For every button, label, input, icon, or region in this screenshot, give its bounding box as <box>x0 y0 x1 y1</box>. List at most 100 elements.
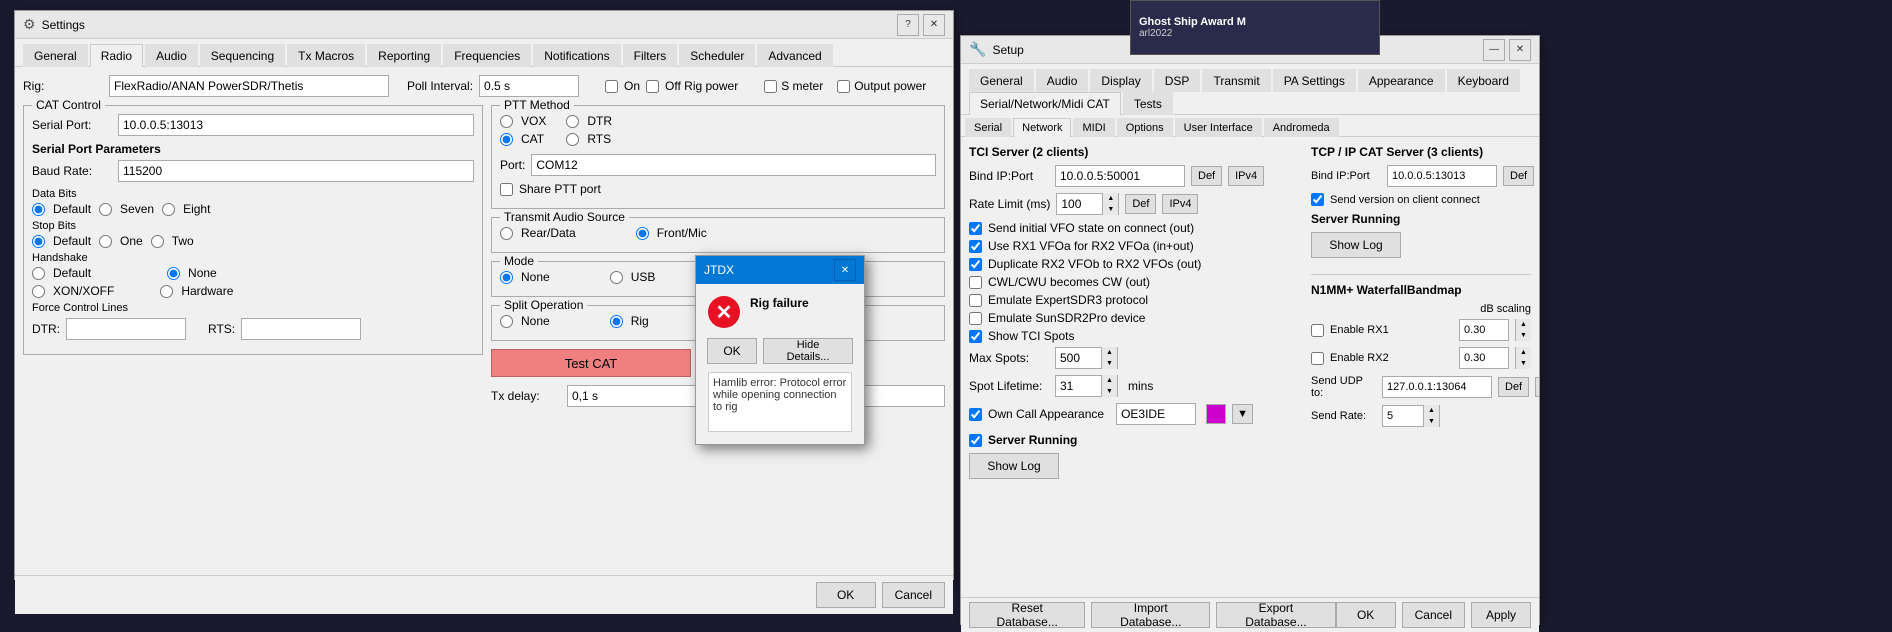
tab-notifications[interactable]: Notifications <box>533 44 620 67</box>
rig-select[interactable]: FlexRadio/ANAN PowerSDR/Thetis <box>109 75 389 97</box>
reset-database-button[interactable]: Reset Database... <box>969 602 1085 628</box>
settings-close-button[interactable]: ✕ <box>923 14 945 36</box>
setup-tab-dsp[interactable]: DSP <box>1154 69 1201 92</box>
ptt-vox-radio[interactable] <box>500 115 513 128</box>
split-rig-radio[interactable] <box>610 315 623 328</box>
udp-def-button[interactable]: Def <box>1498 377 1529 397</box>
tab-advanced[interactable]: Advanced <box>757 44 832 67</box>
split-none-radio[interactable] <box>500 315 513 328</box>
setup-apply-button[interactable]: Apply <box>1471 602 1531 628</box>
jtdx-close-button[interactable]: ✕ <box>834 259 856 281</box>
tci-rate-def-button[interactable]: Def <box>1125 194 1156 214</box>
ptt-dtr-radio[interactable] <box>566 115 579 128</box>
ptt-cat-radio[interactable] <box>500 133 513 146</box>
rts-select[interactable] <box>241 318 361 340</box>
data-bits-eight-radio[interactable] <box>162 203 175 216</box>
stop-bits-default-radio[interactable] <box>32 235 45 248</box>
rx1-down[interactable]: ▼ <box>1515 330 1531 341</box>
show-tci-spots-checkbox[interactable] <box>969 330 982 343</box>
own-call-color-button[interactable]: ▼ <box>1232 404 1253 424</box>
enable-rx1-checkbox[interactable] <box>1311 324 1324 337</box>
stop-bits-one-radio[interactable] <box>99 235 112 248</box>
tci-def-button[interactable]: Def <box>1191 166 1222 186</box>
ptt-on-checkbox[interactable] <box>605 80 618 93</box>
setup-tab-tests[interactable]: Tests <box>1123 92 1173 115</box>
setup-tab-appearance[interactable]: Appearance <box>1358 69 1445 92</box>
send-rate-down[interactable]: ▼ <box>1423 416 1439 427</box>
own-call-color-swatch[interactable] <box>1206 404 1226 424</box>
setup-sub-tab-options[interactable]: Options <box>1117 118 1173 137</box>
max-spots-up[interactable]: ▲ <box>1101 347 1117 358</box>
setup-sub-tab-andromeda[interactable]: Andromeda <box>1264 118 1339 137</box>
setup-sub-tab-serial[interactable]: Serial <box>965 118 1011 137</box>
rx2-down[interactable]: ▼ <box>1515 358 1531 369</box>
test-cat-button[interactable]: Test CAT <box>491 349 691 377</box>
tcp-show-log-button[interactable]: Show Log <box>1311 232 1401 258</box>
send-rate-input[interactable] <box>1383 406 1423 426</box>
tcp-bind-ip-input[interactable] <box>1387 165 1497 187</box>
tab-sequencing[interactable]: Sequencing <box>200 44 285 67</box>
tcp-def-button[interactable]: Def <box>1503 166 1534 186</box>
poll-interval-select[interactable]: 0.5 s <box>479 75 579 97</box>
tci-rate-limit-input[interactable] <box>1057 194 1102 214</box>
settings-help-button[interactable]: ? <box>897 14 919 36</box>
tab-scheduler[interactable]: Scheduler <box>679 44 755 67</box>
setup-sub-tab-midi[interactable]: MIDI <box>1073 118 1114 137</box>
emulate-sunsdr-checkbox[interactable] <box>969 312 982 325</box>
stop-bits-two-radio[interactable] <box>151 235 164 248</box>
setup-tab-keyboard[interactable]: Keyboard <box>1447 69 1520 92</box>
setup-tab-serial-network[interactable]: Serial/Network/Midi CAT <box>969 92 1121 115</box>
duplicate-rx2-checkbox[interactable] <box>969 258 982 271</box>
data-bits-seven-radio[interactable] <box>99 203 112 216</box>
mode-none-radio[interactable] <box>500 271 513 284</box>
setup-minimize-button[interactable]: — <box>1483 39 1505 61</box>
rx2-up[interactable]: ▲ <box>1515 347 1531 358</box>
tci-rate-limit-down[interactable]: ▼ <box>1102 204 1118 215</box>
front-mic-radio[interactable] <box>636 227 649 240</box>
rear-data-radio[interactable] <box>500 227 513 240</box>
send-udp-input[interactable] <box>1382 376 1492 398</box>
enable-rx1-value[interactable] <box>1459 319 1509 341</box>
tci-rate-limit-up[interactable]: ▲ <box>1102 193 1118 204</box>
jtdx-ok-button[interactable]: OK <box>707 338 757 364</box>
settings-ok-button[interactable]: OK <box>816 582 876 608</box>
setup-tab-pa-settings[interactable]: PA Settings <box>1273 69 1356 92</box>
spot-lifetime-input[interactable] <box>1056 376 1101 396</box>
own-call-checkbox[interactable] <box>969 408 982 421</box>
share-ptt-checkbox[interactable] <box>500 183 513 196</box>
import-database-button[interactable]: Import Database... <box>1091 602 1210 628</box>
own-call-input[interactable] <box>1116 403 1196 425</box>
max-spots-input[interactable] <box>1056 348 1101 368</box>
handshake-default-radio[interactable] <box>32 267 45 280</box>
setup-tab-transmit[interactable]: Transmit <box>1202 69 1270 92</box>
tci-show-log-button[interactable]: Show Log <box>969 453 1059 479</box>
setup-ok-button[interactable]: OK <box>1336 602 1396 628</box>
emulate-expert-checkbox[interactable] <box>969 294 982 307</box>
baud-rate-select[interactable]: 115200 <box>118 160 474 182</box>
spot-lifetime-up[interactable]: ▲ <box>1101 375 1117 386</box>
enable-rx2-value[interactable] <box>1459 347 1509 369</box>
max-spots-down[interactable]: ▼ <box>1101 358 1117 369</box>
send-rate-up[interactable]: ▲ <box>1423 405 1439 416</box>
setup-tab-general[interactable]: General <box>969 69 1034 92</box>
handshake-xon-radio[interactable] <box>32 285 45 298</box>
use-rx1-vfo-checkbox[interactable] <box>969 240 982 253</box>
setup-tab-audio[interactable]: Audio <box>1036 69 1089 92</box>
udp-ipv4-button[interactable]: IPv4 <box>1535 377 1539 397</box>
export-database-button[interactable]: Export Database... <box>1216 602 1335 628</box>
tci-rate-ipv4-button[interactable]: IPv4 <box>1162 194 1198 214</box>
setup-tab-display[interactable]: Display <box>1090 69 1151 92</box>
cwl-cwu-checkbox[interactable] <box>969 276 982 289</box>
tab-audio[interactable]: Audio <box>145 44 198 67</box>
ptt-rts-radio[interactable] <box>566 133 579 146</box>
send-initial-vfo-checkbox[interactable] <box>969 222 982 235</box>
tab-general[interactable]: General <box>23 44 88 67</box>
serial-port-select[interactable]: 10.0.0.5:13013 <box>118 114 474 136</box>
enable-rx2-checkbox[interactable] <box>1311 352 1324 365</box>
setup-close-button[interactable]: ✕ <box>1509 39 1531 61</box>
data-bits-default-radio[interactable] <box>32 203 45 216</box>
ptt-port-select[interactable]: COM12 <box>531 154 936 176</box>
setup-cancel-button[interactable]: Cancel <box>1402 602 1465 628</box>
setup-sub-tab-user-interface[interactable]: User Interface <box>1175 118 1262 137</box>
output-power-checkbox[interactable] <box>837 80 850 93</box>
